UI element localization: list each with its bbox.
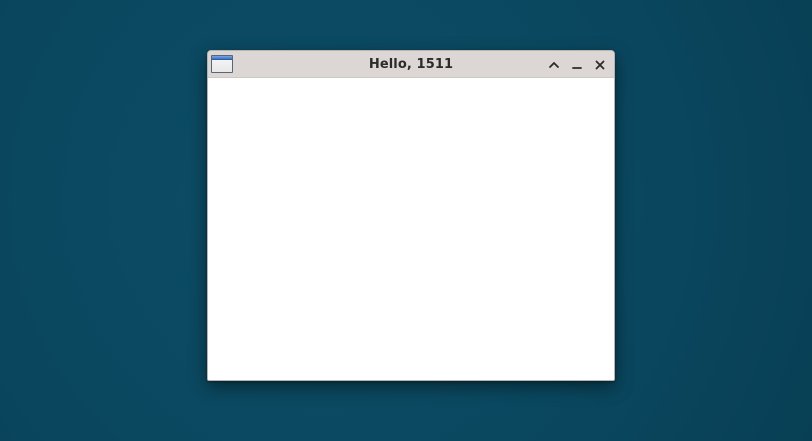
app-window: Hello, 1511	[207, 50, 615, 381]
chevron-up-icon	[548, 59, 560, 71]
maximize-button[interactable]	[546, 57, 562, 73]
close-button[interactable]	[592, 57, 608, 73]
minimize-icon	[571, 59, 583, 71]
minimize-button[interactable]	[569, 57, 585, 73]
window-content-area	[208, 78, 614, 380]
close-icon	[594, 59, 606, 71]
window-titlebar[interactable]: Hello, 1511	[208, 51, 614, 78]
app-window-icon[interactable]	[211, 55, 233, 73]
app-icon-titlebar-stripe	[212, 56, 232, 60]
